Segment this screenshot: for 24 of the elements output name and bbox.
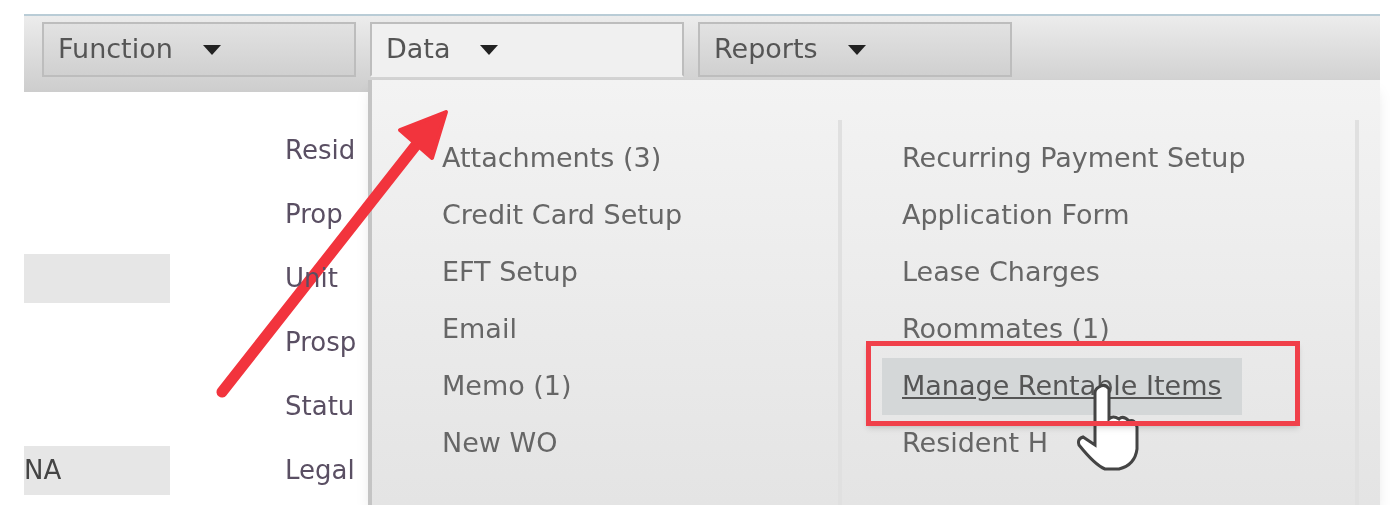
caret-icon [847,44,866,55]
menu-item[interactable]: Lease Charges [902,244,1100,301]
menu-item[interactable]: Roommates (1) [902,301,1110,358]
menu-button[interactable]: Reports [698,22,1012,77]
field-label: Statu [285,389,355,423]
menu-item[interactable]: Attachments (3) [442,130,662,187]
menu-item[interactable]: Email [442,301,517,358]
field-label: Prop [285,197,343,231]
menu-item[interactable]: Application Form [902,187,1130,244]
menu-button[interactable]: Function [42,22,356,77]
input-field[interactable] [24,253,170,303]
menu-item[interactable]: Recurring Payment Setup [902,130,1246,187]
menu-item[interactable]: EFT Setup [442,244,578,301]
input-field[interactable]: NA [24,445,170,495]
field-label: Resid [285,133,356,167]
caret-icon [480,44,499,55]
menu-item[interactable]: Memo (1) [442,358,572,415]
field-label: Prosp [285,325,357,359]
menu-item[interactable]: New WO [442,415,558,472]
caret-icon [202,44,221,55]
field-label: Legal [285,453,355,487]
menu-item[interactable]: Resident H [902,415,1049,472]
menu-item[interactable]: Credit Card Setup [442,187,683,244]
menu-button[interactable]: Data [370,22,684,77]
